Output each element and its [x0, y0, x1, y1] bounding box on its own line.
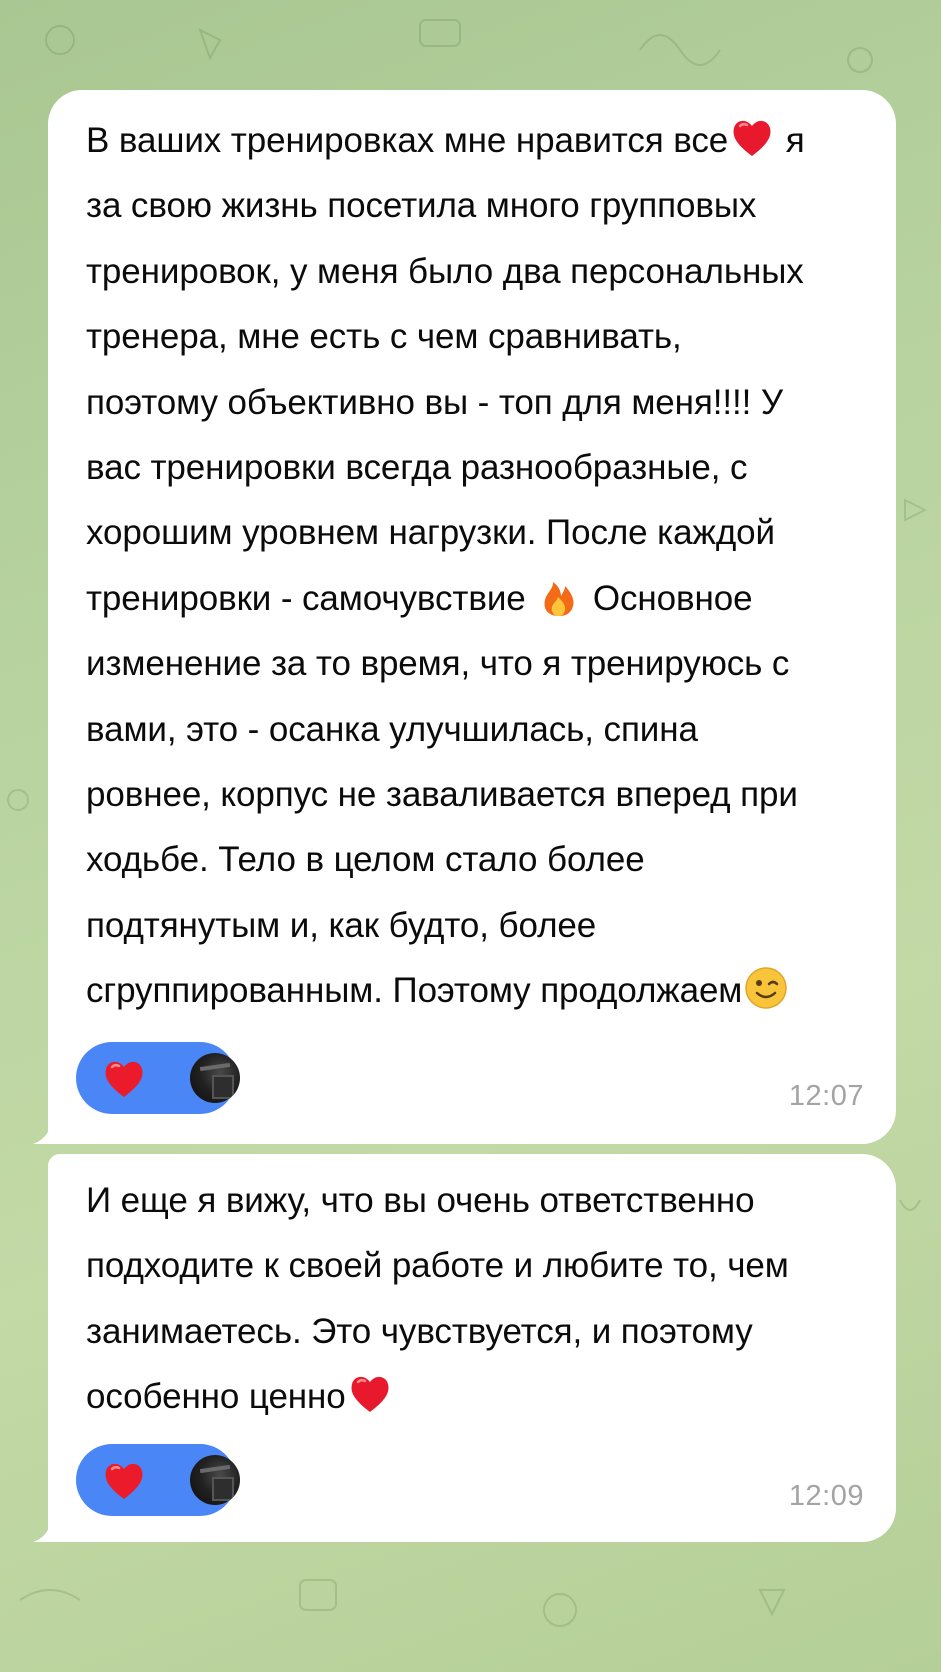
reactor-avatar: [190, 1053, 240, 1103]
message-text: И еще я вижу, что вы очень ответственно …: [86, 1168, 872, 1430]
reaction-pill[interactable]: [76, 1444, 240, 1516]
message-bubble[interactable]: И еще я вижу, что вы очень ответственно …: [48, 1154, 896, 1542]
fire-emoji-icon: [544, 581, 574, 616]
reaction-pill[interactable]: [76, 1042, 240, 1114]
message-text-part: И еще я вижу, что вы очень ответственно …: [86, 1181, 789, 1417]
message-timestamp: 12:09: [788, 1480, 864, 1512]
red-heart-reaction-icon: [105, 1061, 143, 1097]
message-bubble[interactable]: В ваших тренировках мне нравится все я з…: [48, 90, 896, 1144]
message-text-part: В ваших тренировках мне нравится все: [86, 121, 729, 160]
message-timestamp: 12:07: [788, 1080, 864, 1112]
winking-face-emoji-icon: [745, 967, 788, 1010]
reactor-avatar: [190, 1455, 240, 1505]
message-text-part: Основное изменение за то время, что я тр…: [86, 578, 798, 1011]
red-heart-reaction-icon: [105, 1463, 143, 1499]
message-text: В ваших тренировках мне нравится все я з…: [86, 108, 872, 1024]
red-heart-emoji-icon: [351, 1377, 389, 1413]
message-text-part: я за свою жизнь посетила много групповых…: [86, 121, 805, 618]
red-heart-emoji-icon: [733, 120, 771, 156]
